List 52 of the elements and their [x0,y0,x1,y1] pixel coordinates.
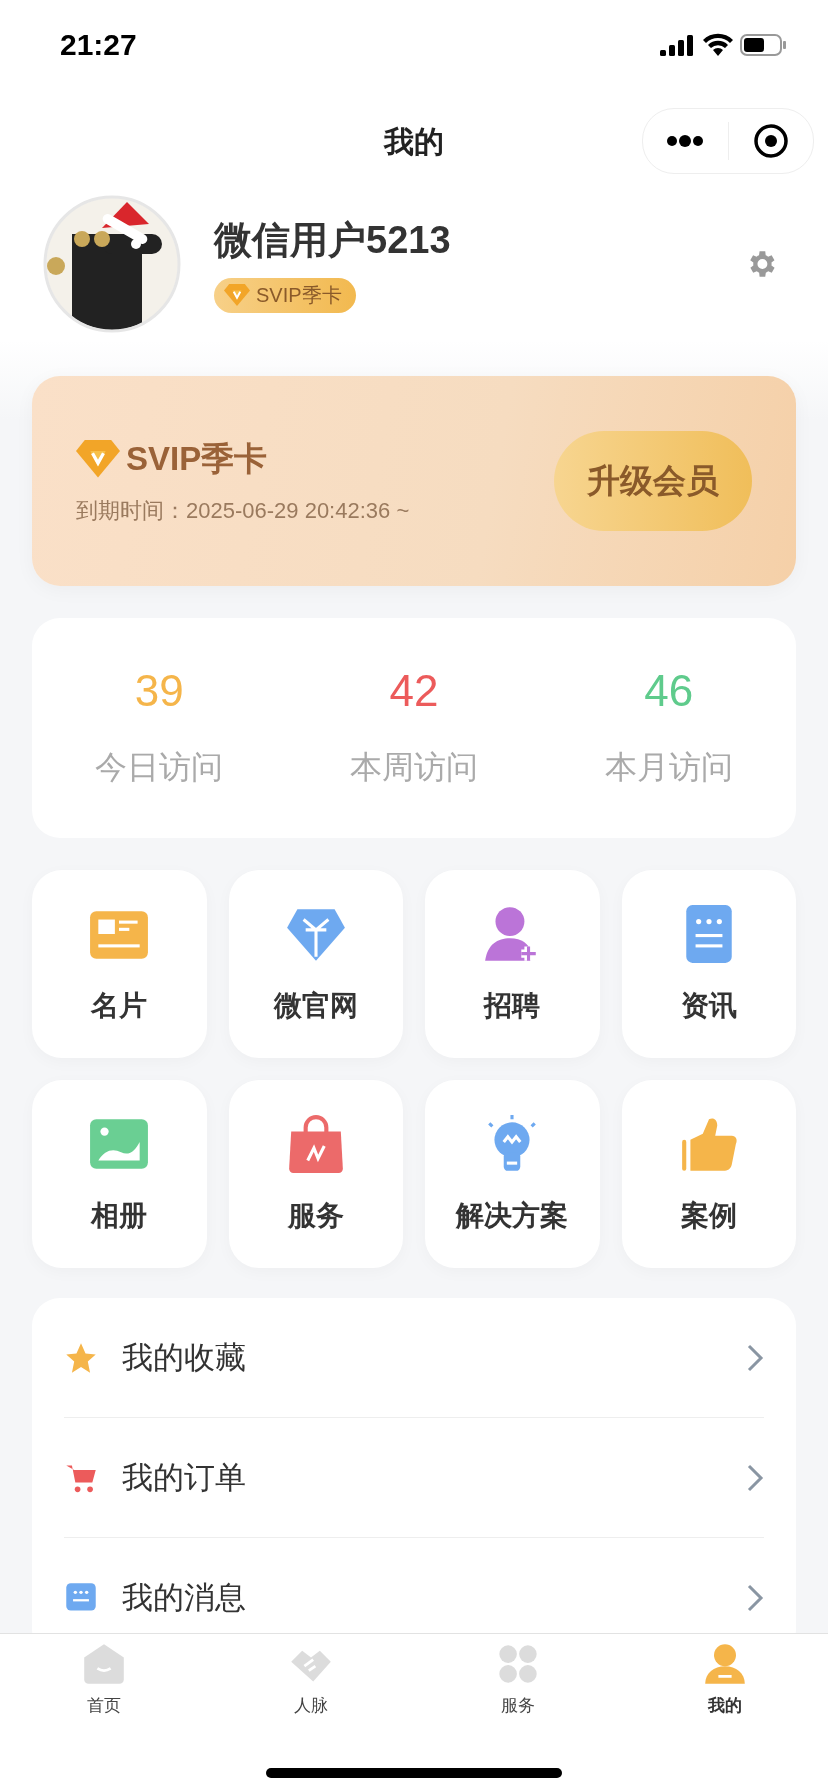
chevron-right-icon [746,1342,764,1373]
shortcut-label: 名片 [91,989,148,1023]
diamond-icon [76,440,120,478]
user-name: 微信用户5213 [214,218,451,263]
vip-badge: SVIP季卡 [214,278,356,313]
home-icon [81,1642,126,1686]
shortcut-tile[interactable]: 解决方案 [425,1080,600,1268]
shortcut-tile[interactable]: 案例 [621,1080,796,1268]
shortcut-label: 解决方案 [456,1199,569,1233]
shortcut-tile[interactable]: 微官网 [228,870,403,1058]
status-time: 21:27 [60,28,137,62]
shortcut-tile[interactable]: 名片 [32,870,207,1058]
menu-item[interactable]: 我的消息 [122,1576,722,1619]
shortcut-tile[interactable]: 招聘 [425,870,600,1058]
shortcut-label: 微官网 [273,989,358,1023]
stat-value: 42 [389,666,439,716]
shortcut-label: 相册 [91,1199,148,1233]
avatar[interactable] [42,194,182,334]
page-title: 我的 [384,123,444,160]
shortcut-tile[interactable]: 服务 [228,1080,403,1268]
shortcut-label: 案例 [680,1199,737,1233]
stat-label: 今日访问 [95,748,224,787]
stat-value: 46 [644,666,694,716]
expiry-date: 到期时间：2025-06-29 20:42:36 ~ [76,496,411,525]
shortcut-tile[interactable]: 资讯 [621,870,796,1058]
signal-icon [660,34,696,56]
tab-item[interactable]: 首页 [0,1642,207,1732]
tab-item[interactable]: 我的 [621,1642,828,1732]
shortcut-tile[interactable]: 相册 [32,1080,207,1268]
stat-label: 本月访问 [604,748,733,787]
more-icon[interactable] [665,134,706,148]
stat-value: 39 [134,666,184,716]
battery-icon [740,33,788,57]
tab-item[interactable]: 人脉 [207,1642,414,1732]
tab-label: 人脉 [293,1695,328,1717]
tab-label: 首页 [86,1695,121,1717]
tab-label: 我的 [707,1695,742,1717]
chevron-right-icon [746,1582,764,1613]
tab-label: 服务 [500,1695,535,1717]
wifi-icon [702,33,734,57]
shortcut-label: 招聘 [484,989,541,1023]
user-icon [702,1642,747,1686]
diamond-icon [224,284,250,307]
stat-label: 本周访问 [350,748,478,787]
shortcut-label: 资讯 [680,989,737,1023]
vip-title: SVIP季卡 [126,438,268,479]
menu-item[interactable]: 我的订单 [122,1456,722,1499]
shortcut-label: 服务 [287,1199,344,1233]
upgrade-button[interactable]: 升级会员 [554,431,752,531]
menu-item[interactable]: 我的收藏 [122,1336,722,1379]
chevron-right-icon [746,1462,764,1493]
tab-item[interactable]: 服务 [414,1642,621,1732]
